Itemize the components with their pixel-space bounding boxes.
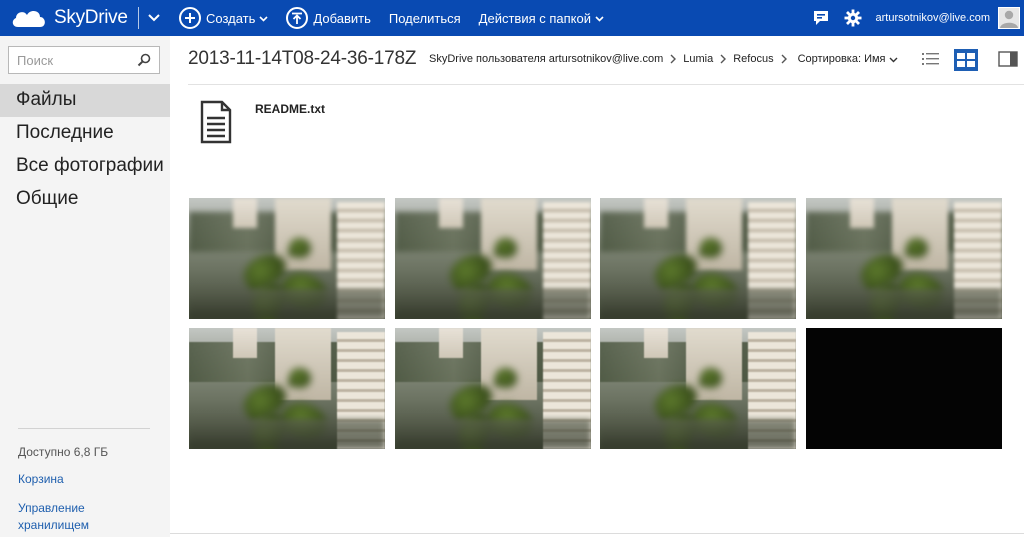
breadcrumb: SkyDrive пользователя artursotnikov@live… — [429, 53, 898, 65]
chevron-right-icon — [720, 54, 727, 64]
bottom-divider — [170, 533, 1024, 534]
share-label: Поделиться — [388, 10, 461, 26]
list-view-icon — [922, 53, 939, 65]
folder-actions-button[interactable]: Действия с папкой — [470, 0, 613, 36]
search-box — [8, 46, 160, 74]
photo-thumbnail[interactable] — [806, 328, 1002, 449]
chevron-right-icon — [670, 54, 677, 64]
top-right-group: artursotnikov@live.com — [812, 0, 1024, 36]
file-name: README.txt — [255, 102, 326, 116]
sidebar-item-shared[interactable]: Общие — [0, 183, 170, 216]
recycle-bin-link[interactable]: Корзина — [18, 471, 158, 488]
breadcrumb-refocus[interactable]: Refocus — [733, 53, 773, 65]
feedback-icon[interactable] — [812, 9, 830, 27]
main-content: 2013-11-14T08-24-36-178Z SkyDrive пользо… — [170, 36, 1024, 537]
create-button[interactable]: Создать — [170, 0, 277, 36]
page-title: 2013-11-14T08-24-36-178Z — [188, 48, 417, 69]
photo-thumbnail[interactable] — [189, 198, 385, 319]
thumbnail-view-icon — [954, 49, 978, 71]
sidebar-item-all-photos[interactable]: Все фотографии — [0, 150, 170, 183]
top-bar: SkyDrive Создать Добавить Поделиться Дей… — [0, 0, 1024, 36]
sidebar-divider — [18, 428, 150, 429]
chevron-down-icon — [889, 57, 898, 62]
thumbnail-view-button[interactable] — [953, 48, 979, 72]
avatar[interactable] — [998, 7, 1020, 29]
search-input[interactable] — [17, 48, 137, 72]
list-view-button[interactable] — [919, 48, 943, 70]
brand-separator — [137, 7, 139, 29]
chevron-down-icon — [259, 15, 268, 22]
sidebar-nav: Файлы Последние Все фотографии Общие — [0, 84, 170, 216]
upload-icon — [286, 7, 309, 29]
sidebar-item-recent[interactable]: Последние — [0, 117, 170, 150]
details-pane-button[interactable] — [996, 48, 1020, 70]
photo-thumbnail[interactable] — [395, 328, 591, 449]
create-label: Создать — [206, 10, 256, 26]
header-divider — [188, 84, 1024, 85]
chevron-down-icon[interactable] — [147, 11, 161, 25]
sidebar-item-files[interactable]: Файлы — [0, 84, 170, 117]
share-button[interactable]: Поделиться — [380, 0, 470, 36]
app-name: SkyDrive — [54, 7, 128, 28]
upload-button[interactable]: Добавить — [277, 0, 379, 36]
file-item-readme[interactable]: README.txt — [198, 100, 325, 144]
sidebar: Файлы Последние Все фотографии Общие Дос… — [0, 36, 170, 537]
photo-thumbnail[interactable] — [806, 198, 1002, 319]
chevron-down-icon — [595, 15, 604, 22]
cloud-logo-icon — [12, 11, 45, 27]
details-pane-icon — [998, 51, 1018, 67]
folder-actions-label: Действия с папкой — [478, 10, 591, 26]
app-brand[interactable]: SkyDrive — [0, 0, 170, 36]
photo-thumbnail[interactable] — [600, 198, 796, 319]
sort-label: Сортировка: Имя — [797, 53, 886, 65]
plus-icon — [179, 7, 201, 29]
gear-icon[interactable] — [844, 9, 862, 27]
chevron-right-icon — [781, 54, 787, 64]
breadcrumb-lumia[interactable]: Lumia — [683, 53, 713, 65]
breadcrumb-root[interactable]: SkyDrive пользователя artursotnikov@live… — [429, 53, 663, 65]
person-icon — [1000, 10, 1018, 28]
photo-thumbnail[interactable] — [395, 198, 591, 319]
text-file-icon — [200, 100, 232, 144]
manage-storage-link[interactable]: Управление хранилищем — [18, 500, 158, 534]
user-email[interactable]: artursotnikov@live.com — [876, 12, 990, 24]
upload-label: Добавить — [313, 10, 371, 26]
storage-available: Доступно 6,8 ГБ — [18, 445, 109, 459]
search-icon[interactable] — [137, 53, 151, 67]
photo-thumbnail[interactable] — [600, 328, 796, 449]
sort-dropdown[interactable]: Сортировка: Имя — [798, 53, 898, 65]
photo-thumbnail[interactable] — [189, 328, 385, 449]
